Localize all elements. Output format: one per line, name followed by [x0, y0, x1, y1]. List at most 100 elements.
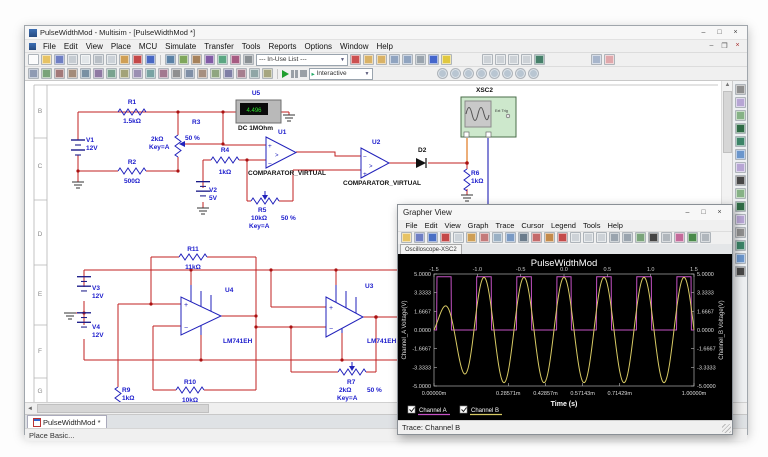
trace-b-icon[interactable]: [544, 232, 555, 244]
iv-analyzer-icon[interactable]: [734, 214, 746, 225]
design-toolbox-icon[interactable]: [165, 54, 176, 65]
menu-item-file[interactable]: File: [402, 221, 421, 230]
zoom-sheet-icon[interactable]: [521, 54, 532, 65]
menu-item-legend[interactable]: Legend: [547, 221, 579, 230]
menu-item-window[interactable]: Window: [336, 42, 372, 51]
overlay-traces-icon[interactable]: [518, 232, 529, 244]
diode-d2[interactable]: [416, 158, 427, 168]
paste-icon[interactable]: [119, 54, 130, 65]
paste-icon[interactable]: [466, 232, 477, 244]
zoom-fullscreen-icon[interactable]: [534, 54, 545, 65]
menu-item-reports[interactable]: Reports: [264, 42, 300, 51]
open-icon[interactable]: [41, 54, 52, 65]
menu-item-edit[interactable]: Edit: [421, 221, 441, 230]
frequency-counter-icon[interactable]: [734, 162, 746, 173]
place-cmos-icon[interactable]: [106, 68, 117, 79]
delete-icon[interactable]: [440, 232, 451, 244]
differential-probe-icon[interactable]: [488, 68, 500, 79]
place-misc-icon[interactable]: [171, 68, 182, 79]
menu-item-options[interactable]: Options: [300, 42, 336, 51]
spreadsheet-view-icon[interactable]: [178, 54, 189, 65]
maximize-button[interactable]: □: [712, 28, 727, 38]
probe-settings-icon[interactable]: [514, 68, 526, 79]
copy-icon[interactable]: [453, 232, 464, 244]
menu-item-help[interactable]: Help: [604, 221, 626, 230]
component-wizard-icon[interactable]: [204, 54, 215, 65]
redo-icon[interactable]: [145, 54, 156, 65]
menu-item-view[interactable]: View: [82, 42, 107, 51]
copy-graph-icon[interactable]: [609, 232, 620, 244]
undo-icon[interactable]: [427, 232, 438, 244]
copy-icon[interactable]: [106, 54, 117, 65]
menu-item-trace[interactable]: Trace: [492, 221, 518, 230]
undo-icon[interactable]: [132, 54, 143, 65]
place-power-icon[interactable]: [158, 68, 169, 79]
menu-item-edit[interactable]: Edit: [60, 42, 82, 51]
mdi-minimize-button[interactable]: –: [706, 42, 717, 50]
copy-page-icon[interactable]: [622, 232, 633, 244]
save-icon[interactable]: [414, 232, 425, 244]
zoom-out-icon[interactable]: [583, 232, 594, 244]
grapher-tab-oscilloscope[interactable]: Oscilloscope-XSC2: [400, 244, 462, 255]
print-preview-icon[interactable]: [80, 54, 91, 65]
new-icon[interactable]: [28, 54, 39, 65]
forward-annotate-icon[interactable]: [402, 54, 413, 65]
multimeter-u5[interactable]: 4.496: [235, 99, 282, 124]
menu-item-help[interactable]: Help: [372, 42, 396, 51]
place-rf-icon[interactable]: [197, 68, 208, 79]
bode-plotter-icon[interactable]: [734, 149, 746, 160]
trace-all-icon[interactable]: [557, 232, 568, 244]
in-use-list-combo[interactable]: --- In-Use List --- ▼: [256, 53, 348, 66]
menu-item-file[interactable]: File: [39, 42, 60, 51]
export-data-icon[interactable]: [635, 232, 646, 244]
text-annotation-icon[interactable]: [648, 232, 659, 244]
mdi-close-button[interactable]: ×: [732, 42, 743, 50]
current-clamp-icon[interactable]: [734, 266, 746, 277]
export-excel-icon[interactable]: [687, 232, 698, 244]
logic-analyzer-icon[interactable]: [734, 188, 746, 199]
voltage-probe-icon[interactable]: [449, 68, 461, 79]
spreadsheet-bar-icon[interactable]: [604, 54, 615, 65]
show-graph-icon[interactable]: [492, 232, 503, 244]
postprocessor-icon[interactable]: [230, 54, 241, 65]
place-mixed-icon[interactable]: [132, 68, 143, 79]
zoom-in-icon[interactable]: [570, 232, 581, 244]
menu-item-transfer[interactable]: Transfer: [200, 42, 238, 51]
zoom-area-icon[interactable]: [596, 232, 607, 244]
stop-simulation-button[interactable]: [299, 70, 307, 77]
menu-item-mcu[interactable]: MCU: [135, 42, 161, 51]
function-generator-icon[interactable]: [734, 97, 746, 108]
digital-probe-icon[interactable]: [501, 68, 513, 79]
place-transistor-icon[interactable]: [67, 68, 78, 79]
run-simulation-button[interactable]: [282, 69, 289, 78]
grapher-maximize-button[interactable]: □: [696, 207, 711, 217]
place-bus-icon[interactable]: [262, 68, 273, 79]
hierarchy-icon[interactable]: [243, 54, 254, 65]
zoom-area-icon[interactable]: [508, 54, 519, 65]
quick-access-probe-icon[interactable]: [527, 68, 539, 79]
place-hierarchical-icon[interactable]: [249, 68, 260, 79]
oscilloscope-xsc2[interactable]: Ext Trig: [460, 96, 517, 138]
options-icon[interactable]: [700, 232, 711, 244]
cut-icon[interactable]: [93, 54, 104, 65]
back-annotate-icon[interactable]: [389, 54, 400, 65]
menu-item-tools[interactable]: Tools: [579, 221, 604, 230]
probe-icon[interactable]: [428, 54, 439, 65]
place-basic-icon[interactable]: [41, 68, 52, 79]
page-properties-icon[interactable]: [479, 232, 490, 244]
open-icon[interactable]: [401, 232, 412, 244]
power-probe-icon[interactable]: [475, 68, 487, 79]
measurement-probe-icon[interactable]: [436, 68, 448, 79]
place-source-icon[interactable]: [28, 68, 39, 79]
color-icon[interactable]: [674, 232, 685, 244]
menu-item-graph[interactable]: Graph: [464, 221, 492, 230]
document-tab[interactable]: PulseWidthMod *: [27, 415, 107, 428]
place-ttl-icon[interactable]: [93, 68, 104, 79]
menu-item-place[interactable]: Place: [107, 42, 135, 51]
pause-simulation-button[interactable]: [291, 69, 298, 78]
database-manager-icon[interactable]: [191, 54, 202, 65]
spectrum-analyzer-icon[interactable]: [734, 240, 746, 251]
menu-item-simulate[interactable]: Simulate: [161, 42, 200, 51]
wattmeter-icon[interactable]: [734, 110, 746, 121]
zoom-in-icon[interactable]: [482, 54, 493, 65]
